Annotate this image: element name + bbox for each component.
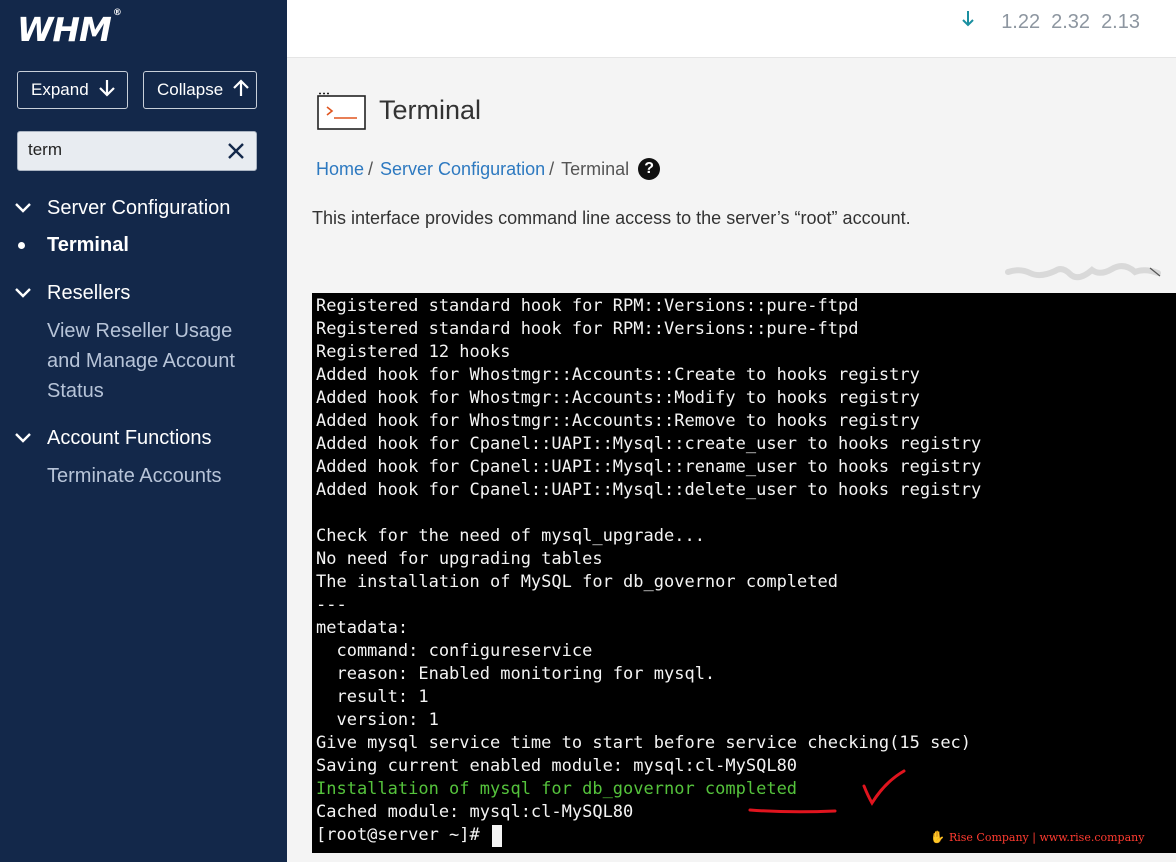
chevron-down-icon xyxy=(0,287,47,299)
terminal-icon xyxy=(317,92,367,130)
top-header: 1.22 2.32 2.13 xyxy=(287,0,1176,58)
sidebar: WHM® Expand Collapse Server Configuratio… xyxy=(0,0,287,862)
breadcrumb-server-configuration[interactable]: Server Configuration xyxy=(380,159,545,180)
active-dot-icon xyxy=(18,242,25,249)
sidebar-item-label-line: View Reseller Usage xyxy=(47,320,233,342)
terminal-line: Added hook for Cpanel::UAPI::Mysql::dele… xyxy=(316,480,982,500)
nav-group-header-server-configuration[interactable]: Server Configuration xyxy=(0,194,287,222)
nav-group-label: Account Functions xyxy=(47,426,212,449)
terminal-line: --- xyxy=(316,595,347,615)
arrow-down-icon xyxy=(961,10,975,34)
prompt-text: [root@server ~]# xyxy=(316,825,490,845)
sidebar-search xyxy=(17,131,257,171)
terminal-output: Registered standard hook for RPM::Versio… xyxy=(316,295,1176,824)
terminal-line: Check for the need of mysql_upgrade... xyxy=(316,526,705,546)
page-title: Terminal xyxy=(379,95,482,125)
terminal-line: Registered standard hook for RPM::Versio… xyxy=(316,296,859,316)
terminal-line: version: 1 xyxy=(316,710,439,730)
terminal-line: reason: Enabled monitoring for mysql. xyxy=(316,664,716,684)
collapse-label: Collapse xyxy=(157,80,224,99)
collapse-button[interactable]: Collapse xyxy=(143,71,257,109)
expand-label: Expand xyxy=(31,80,89,99)
sidebar-item-terminal[interactable]: Terminal xyxy=(0,230,287,260)
terminal-line: Added hook for Cpanel::UAPI::Mysql::rena… xyxy=(316,457,982,477)
breadcrumb-separator: / xyxy=(549,158,555,179)
terminal-line: Added hook for Cpanel::UAPI::Mysql::crea… xyxy=(316,434,982,454)
terminal-line: Added hook for Whostmgr::Accounts::Remov… xyxy=(316,411,920,431)
breadcrumb: Home / Server Configuration / Terminal ? xyxy=(316,158,661,180)
chevron-down-icon xyxy=(0,432,47,444)
watermark-text: Rise Company | www.rise.company xyxy=(948,830,1145,844)
arrow-up-icon xyxy=(232,78,250,103)
nav-group-label: Server Configuration xyxy=(47,196,231,219)
terminal-line: No need for upgrading tables xyxy=(316,549,603,569)
hand-logo-icon: ✋ xyxy=(930,830,945,844)
expand-button[interactable]: Expand xyxy=(17,71,128,109)
nav-group-header-resellers[interactable]: Resellers xyxy=(0,279,287,307)
search-input[interactable] xyxy=(28,140,218,160)
terminal-line: Added hook for Whostmgr::Accounts::Creat… xyxy=(316,365,920,385)
sidebar-item-view-reseller-usage[interactable]: View Reseller Usage and Manage Account S… xyxy=(0,316,287,406)
terminal-line: Registered standard hook for RPM::Versio… xyxy=(316,319,859,339)
terminal-line: result: 1 xyxy=(316,687,429,707)
breadcrumb-home[interactable]: Home xyxy=(316,159,364,180)
nav-group-resellers: Resellers View Reseller Usage and Manage… xyxy=(0,279,287,406)
load-average-1: 1.22 xyxy=(1001,10,1041,33)
watermark: ✋ Rise Company | www.rise.company xyxy=(930,830,1144,844)
load-average-15: 2.13 xyxy=(1101,10,1140,33)
terminal-line: Give mysql service time to start before … xyxy=(316,733,972,753)
page-description: This interface provides command line acc… xyxy=(312,208,911,228)
sidebar-item-terminate-accounts[interactable]: Terminate Accounts xyxy=(0,461,287,491)
terminal-cursor xyxy=(492,824,502,847)
arrow-down-icon xyxy=(98,78,116,103)
close-icon[interactable] xyxy=(226,140,246,162)
breadcrumb-current: Terminal xyxy=(561,158,630,179)
terminal-line: The installation of MySQL for db_governo… xyxy=(316,572,838,592)
terminal-line: command: configureservice xyxy=(316,641,593,661)
load-average-5: 2.32 xyxy=(1051,10,1091,33)
chevron-down-icon xyxy=(0,202,47,214)
sidebar-item-label: Terminal xyxy=(47,234,129,256)
terminal-line: Registered 12 hooks xyxy=(316,342,511,362)
nav-group-server-configuration: Server Configuration Terminal xyxy=(0,194,287,260)
sidebar-item-label-line: and Manage Account xyxy=(47,350,235,372)
checkmark-annotation-icon xyxy=(740,760,910,820)
redaction-scribble xyxy=(1000,262,1165,282)
sidebar-item-label: Terminate Accounts xyxy=(47,465,222,487)
server-load: 1.22 2.32 2.13 xyxy=(961,10,1140,34)
terminal-line: Added hook for Whostmgr::Accounts::Modif… xyxy=(316,388,920,408)
whm-logo[interactable]: WHM ® xyxy=(17,8,122,49)
nav-group-account-functions: Account Functions Terminate Accounts xyxy=(0,424,287,491)
sidebar-item-label-line: Status xyxy=(47,380,104,402)
breadcrumb-separator: / xyxy=(368,158,374,179)
nav-group-label: Resellers xyxy=(47,281,131,304)
help-icon[interactable]: ? xyxy=(638,158,661,180)
nav-group-header-account-functions[interactable]: Account Functions xyxy=(0,424,287,452)
terminal-line: metadata: xyxy=(316,618,409,638)
